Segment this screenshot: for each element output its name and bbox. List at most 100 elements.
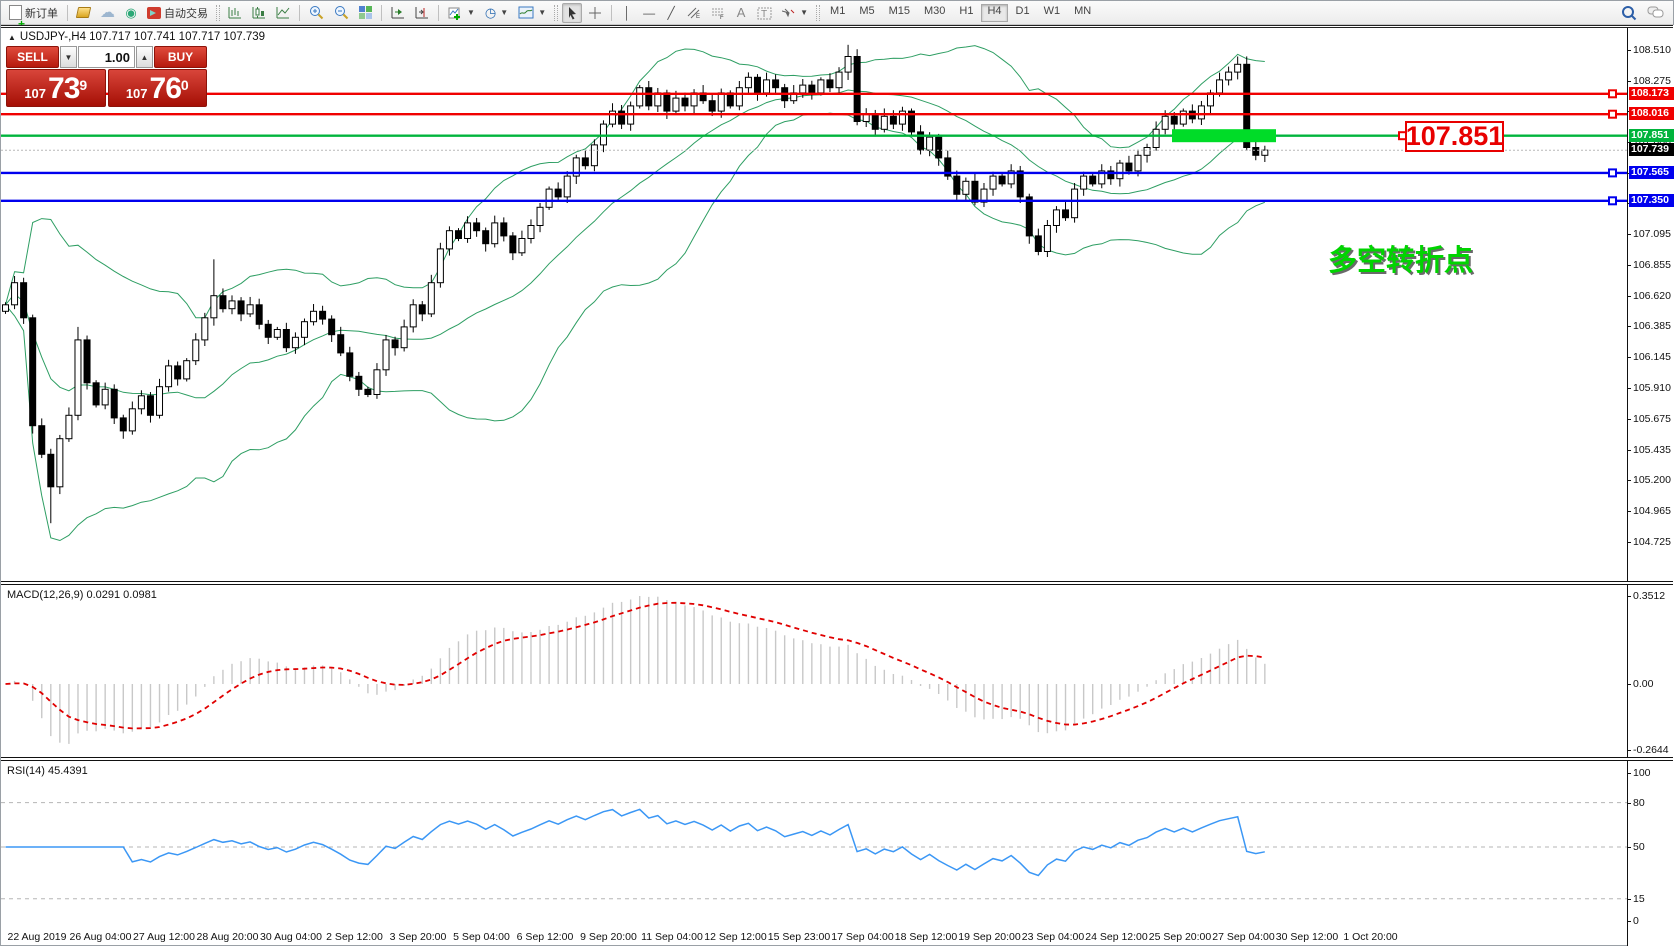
text-tool[interactable]: A (731, 3, 751, 23)
rsi-tick: 15 (1633, 893, 1645, 905)
dropdown-caret: ▼ (800, 8, 808, 17)
cursor-icon (566, 6, 578, 20)
vertical-line-icon: │ (623, 6, 631, 20)
bar-chart-button[interactable] (224, 3, 246, 23)
toolbar-grip (816, 5, 820, 21)
cursor-tool-button[interactable] (562, 3, 582, 23)
time-axis-label: 5 Sep 04:00 (453, 931, 510, 943)
time-axis-label: 27 Aug 12:00 (133, 931, 195, 943)
price-callout-label[interactable]: 107.851 (1405, 121, 1504, 152)
buy-button[interactable]: BUY (154, 46, 207, 68)
price-tick: 108.275 (1633, 75, 1671, 87)
auto-scroll-icon (391, 6, 405, 19)
tile-windows-button[interactable] (355, 3, 376, 23)
buy-price-sup: 0 (181, 72, 189, 98)
chart-title: ▲USDJPY-,H4 107.717 107.741 107.717 107.… (8, 31, 265, 43)
panel-separator[interactable] (1, 581, 1673, 585)
new-order-button[interactable]: 新订单 (5, 3, 62, 23)
data-window-button[interactable]: ☁ (96, 3, 119, 23)
trade-panel-top-row: SELL ▼ ▲ BUY (6, 46, 207, 68)
price-axis[interactable]: 108.510108.275108.040107.800107.565107.3… (1627, 25, 1674, 946)
axis-tick (1628, 684, 1631, 685)
clock-icon: ◷ (485, 7, 496, 19)
timeframe-button-m5[interactable]: M5 (853, 4, 880, 22)
buy-price-box[interactable]: 107 76 0 (108, 69, 208, 107)
main-toolbar: 新订单 ☁ ◉ 自动交易 ▼ ◷▼ ▼ │ — ╱ E F A T (1, 1, 1673, 25)
arrows-tool[interactable]: ▼ (778, 3, 812, 23)
timeframe-button-d1[interactable]: D1 (1010, 4, 1036, 22)
zoom-in-button[interactable] (305, 3, 328, 23)
macd-tick: 0.3512 (1633, 590, 1665, 602)
cloud-icon: ☁ (100, 8, 115, 18)
timeframe-button-m1[interactable]: M1 (824, 4, 851, 22)
timeframe-button-h1[interactable]: H1 (953, 4, 979, 22)
time-axis[interactable]: 22 Aug 201926 Aug 04:0027 Aug 12:0028 Au… (1, 927, 1627, 946)
axis-tick (1628, 773, 1631, 774)
axis-tick (1628, 265, 1631, 266)
price-tick: 106.855 (1633, 259, 1671, 271)
timeframe-button-m30[interactable]: M30 (918, 4, 951, 22)
chart-shift-button[interactable] (411, 3, 433, 23)
timeframe-button-mn[interactable]: MN (1068, 4, 1097, 22)
fibonacci-tool[interactable]: F (707, 3, 729, 23)
channel-tool[interactable]: E (683, 3, 705, 23)
horizontal-line-tool[interactable]: — (639, 3, 659, 23)
search-button[interactable] (1617, 3, 1641, 23)
sell-button[interactable]: SELL (6, 46, 59, 68)
time-axis-label: 25 Sep 20:00 (1149, 931, 1211, 943)
time-axis-label: 22 Aug 2019 (8, 931, 67, 943)
periods-button[interactable]: ◷▼ (481, 3, 512, 23)
zoom-out-button[interactable] (330, 3, 353, 23)
indicators-icon (448, 6, 463, 20)
trendline-tool[interactable]: ╱ (661, 3, 681, 23)
indicators-button[interactable]: ▼ (444, 3, 479, 23)
axis-tick (1628, 388, 1631, 389)
trade-panel-price-row: 107 73 9 107 76 0 (6, 69, 207, 107)
sell-price-box[interactable]: 107 73 9 (6, 69, 106, 107)
volume-decrease-button[interactable]: ▼ (60, 46, 77, 68)
price-chart-canvas[interactable] (1, 27, 1627, 581)
channel-icon: E (687, 6, 701, 19)
rsi-canvas[interactable] (1, 761, 1627, 927)
chat-button[interactable] (1643, 3, 1669, 23)
candlestick-chart-button[interactable] (248, 3, 270, 23)
panel-separator[interactable] (1, 757, 1673, 761)
macd-indicator-label: MACD(12,26,9) 0.0291 0.0981 (7, 589, 157, 601)
buy-price-prefix: 107 (126, 84, 148, 104)
timeframe-button-m15[interactable]: M15 (883, 4, 916, 22)
volume-input[interactable] (78, 46, 135, 68)
vertical-line-tool[interactable]: │ (617, 3, 637, 23)
chart-shift-icon (415, 6, 429, 19)
volume-increase-button[interactable]: ▲ (136, 46, 153, 68)
market-watch-button[interactable] (73, 3, 94, 23)
auto-trading-button[interactable]: 自动交易 (143, 3, 212, 23)
sell-price-big: 73 (48, 74, 79, 104)
turning-point-annotation[interactable]: 多空转折点 (1328, 237, 1473, 279)
one-click-trade-panel: SELL ▼ ▲ BUY 107 73 9 107 76 0 (6, 46, 207, 107)
signals-button[interactable]: ◉ (121, 3, 141, 23)
auto-scroll-button[interactable] (387, 3, 409, 23)
time-axis-label: 27 Sep 04:00 (1212, 931, 1274, 943)
time-axis-label: 17 Sep 04:00 (831, 931, 893, 943)
axis-tick (1628, 81, 1631, 82)
auto-trading-label: 自动交易 (164, 5, 208, 21)
collapse-marker-icon: ▲ (8, 33, 16, 42)
macd-canvas[interactable] (1, 585, 1627, 757)
rsi-indicator-label: RSI(14) 45.4391 (7, 765, 88, 777)
axis-tick (1628, 419, 1631, 420)
time-axis-label: 19 Sep 20:00 (958, 931, 1020, 943)
timeframe-button-w1[interactable]: W1 (1038, 4, 1067, 22)
axis-tick (1628, 234, 1631, 235)
price-tick: 106.385 (1633, 320, 1671, 332)
text-label-tool[interactable]: T (753, 3, 776, 23)
timeframe-button-h4[interactable]: H4 (981, 4, 1007, 22)
price-tick: 105.435 (1633, 444, 1671, 456)
axis-tick (1628, 357, 1631, 358)
svg-text:T: T (761, 9, 767, 20)
price-tick: 108.510 (1633, 44, 1671, 56)
crosshair-tool-button[interactable] (584, 3, 606, 23)
line-chart-button[interactable] (272, 3, 294, 23)
line-chart-icon (276, 6, 290, 19)
templates-button[interactable]: ▼ (514, 3, 550, 23)
dropdown-caret: ▼ (538, 8, 546, 17)
